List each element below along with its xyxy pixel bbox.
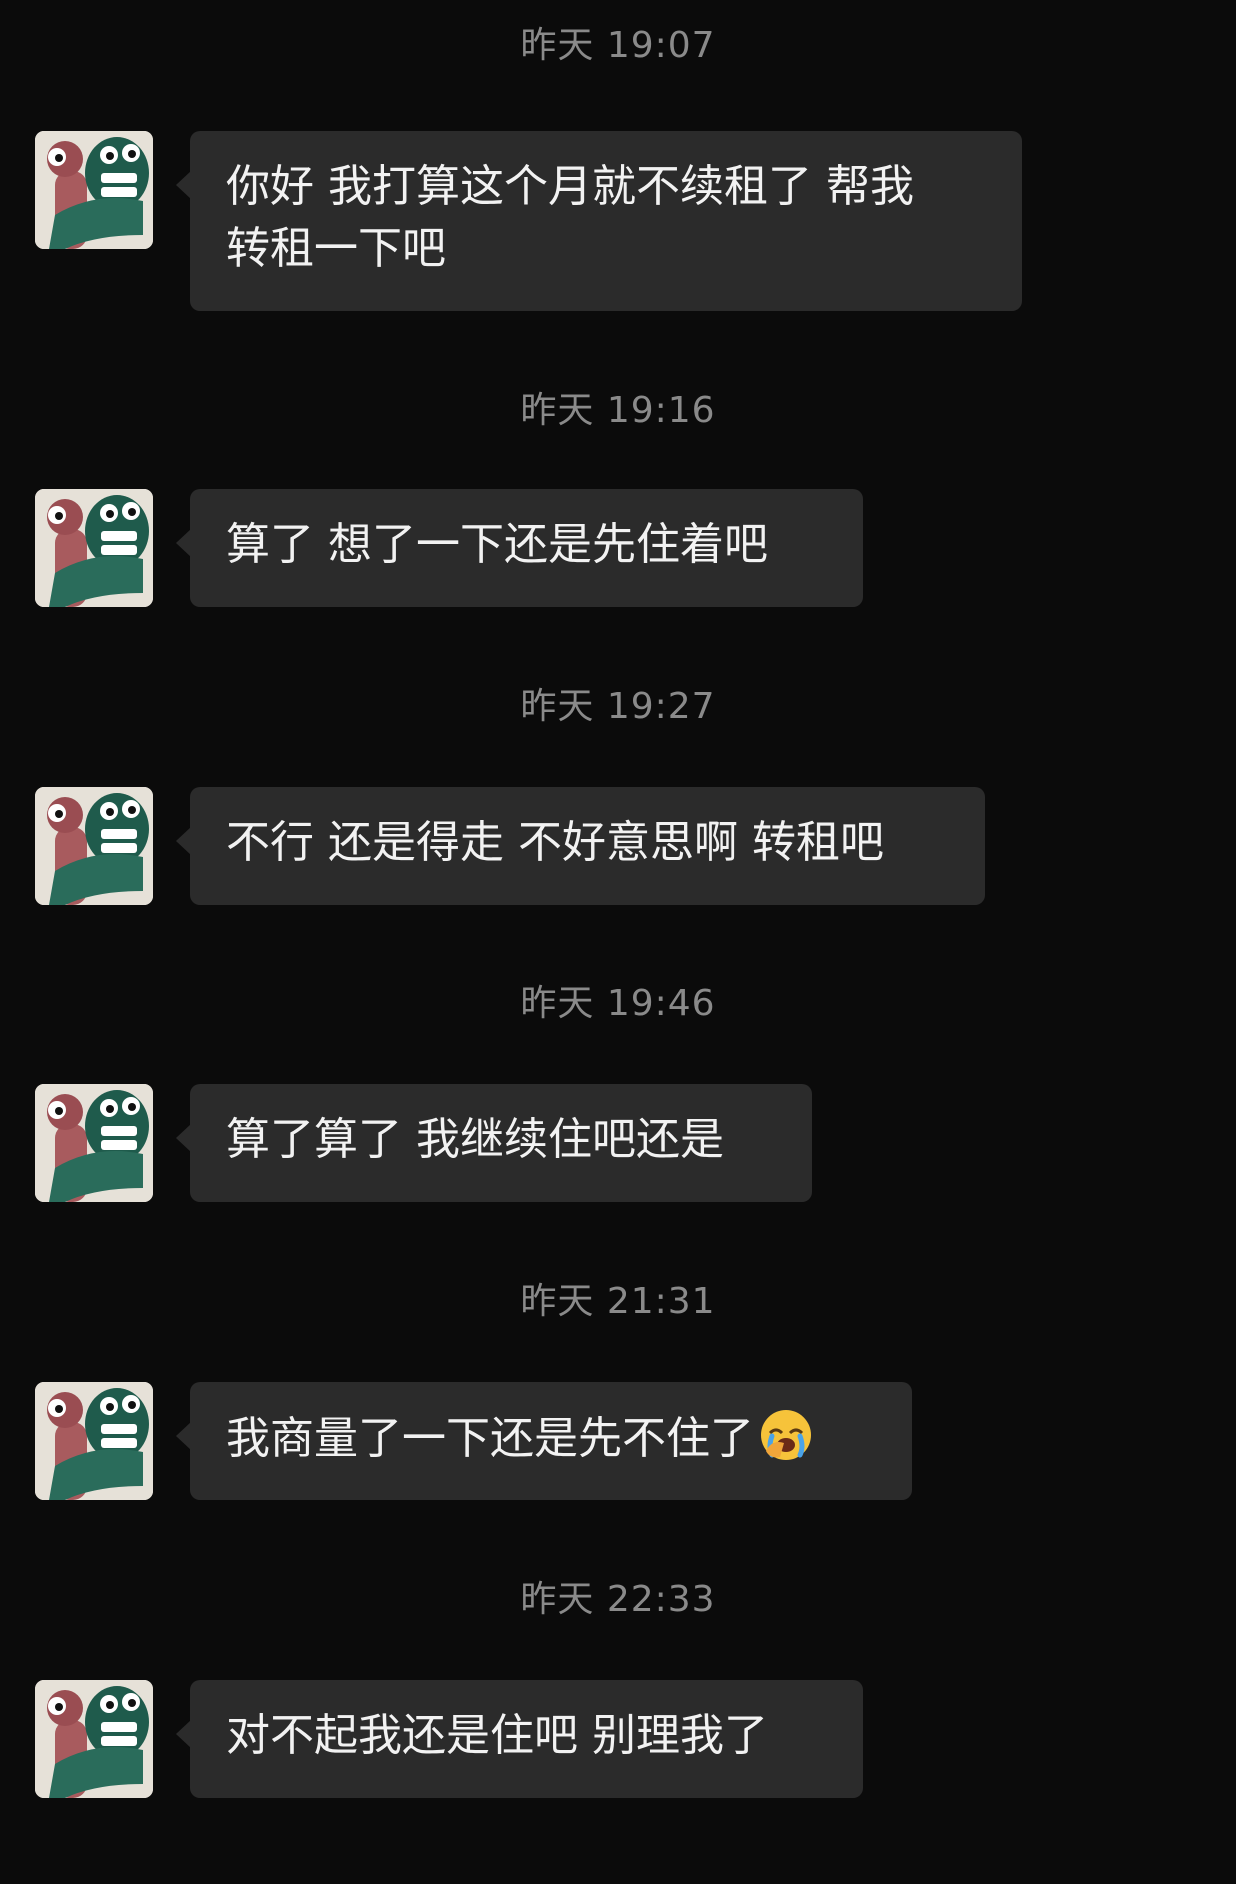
message-text: 算了 想了一下还是先住着吧 (226, 519, 768, 570)
message-bubble[interactable]: 不行 还是得走 不好意思啊 转租吧 (176, 787, 985, 905)
avatar-image (35, 787, 153, 905)
avatar[interactable] (35, 131, 153, 249)
bubble-tail (176, 1720, 191, 1748)
message-bubble[interactable]: 对不起我还是住吧 别理我了 (176, 1680, 863, 1798)
message-bubble[interactable]: 我商量了一下还是先不住了 (176, 1382, 912, 1500)
bubble-tail (176, 1422, 191, 1450)
avatar[interactable] (35, 1680, 153, 1798)
message-timestamp: 昨天 19:46 (520, 983, 716, 1024)
avatar-image (35, 489, 153, 607)
avatar[interactable] (35, 1382, 153, 1500)
message-text: 算了算了 我继续住吧还是 (226, 1114, 724, 1165)
bubble-tail (176, 529, 191, 557)
message-bubble[interactable]: 算了算了 我继续住吧还是 (176, 1084, 812, 1202)
message-timestamp: 昨天 21:31 (520, 1281, 716, 1322)
avatar[interactable] (35, 787, 153, 905)
bubble-tail (176, 171, 191, 199)
avatar[interactable] (35, 489, 153, 607)
bubble-tail (176, 827, 191, 855)
avatar-image (35, 1084, 153, 1202)
message-text: 我商量了一下还是先不住了 (226, 1413, 754, 1464)
message-timestamp: 昨天 19:27 (520, 686, 716, 727)
message-text: 你好 我打算这个月就不续租了 帮我 转租一下吧 (226, 161, 914, 274)
message-bubble[interactable]: 算了 想了一下还是先住着吧 (176, 489, 863, 607)
message-timestamp: 昨天 19:07 (520, 25, 716, 66)
avatar-image (35, 1382, 153, 1500)
bubble-tail (176, 1124, 191, 1152)
message-timestamp: 昨天 19:16 (520, 390, 716, 431)
message-text: 对不起我还是住吧 别理我了 (226, 1710, 768, 1761)
message-timestamp: 昨天 22:33 (520, 1579, 716, 1620)
avatar[interactable] (35, 1084, 153, 1202)
avatar-image (35, 131, 153, 249)
chat-thread: 昨天 19:07 你好 我打算这个月就不续租了 帮我 转租一下吧 昨天 19:1… (0, 0, 1236, 1884)
message-bubble[interactable]: 你好 我打算这个月就不续租了 帮我 转租一下吧 (176, 131, 1022, 311)
crying-face-palm-icon (761, 1410, 811, 1460)
message-text: 不行 还是得走 不好意思啊 转租吧 (226, 817, 884, 868)
avatar-image (35, 1680, 153, 1798)
